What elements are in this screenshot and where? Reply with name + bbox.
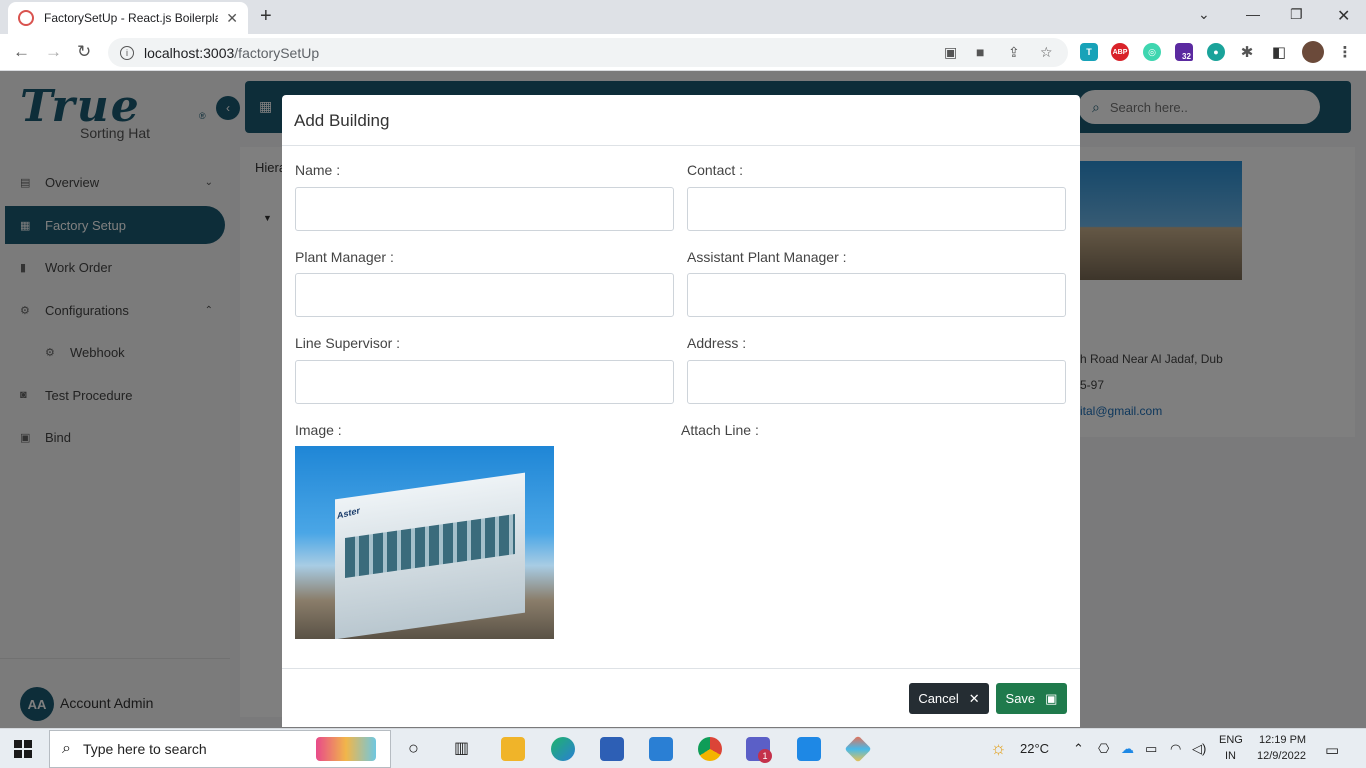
plant-manager-label: Plant Manager :	[295, 249, 394, 265]
new-tab-icon[interactable]: +	[260, 5, 272, 28]
taskbar-search-text: Type here to search	[82, 741, 207, 757]
clock-time[interactable]: 12:19 PM	[1259, 734, 1306, 746]
record-extension-icon[interactable]: ●	[1207, 43, 1225, 61]
add-building-modal: Add Building Name : Contact : Plant Mana…	[282, 95, 1080, 727]
assistant-plant-manager-input[interactable]	[687, 273, 1066, 317]
wifi-icon[interactable]: ◠	[1170, 741, 1181, 757]
side-panel-icon[interactable]: ◧	[1270, 43, 1288, 61]
edge-icon[interactable]	[551, 737, 575, 761]
minimize-icon[interactable]: —	[1246, 6, 1260, 22]
modal-footer: Cancel ✕ Save ▣	[282, 668, 1080, 727]
contact-input[interactable]	[687, 187, 1066, 231]
image-label: Image :	[295, 422, 342, 438]
translate-extension-icon[interactable]: T	[1080, 43, 1098, 61]
tab-title: FactorySetUp - React.js Boilerplat	[44, 11, 219, 25]
grad-cap-extension-icon[interactable]: 32	[1175, 43, 1193, 61]
browser-tab-bar: FactorySetUp - React.js Boilerplat ✕ + ⌄…	[0, 0, 1366, 34]
task-view-icon[interactable]: ▥	[454, 738, 469, 758]
building-image-preview[interactable]: Aster	[295, 446, 554, 639]
camera-icon[interactable]: ■	[976, 44, 984, 60]
speaker-icon[interactable]: ◁)	[1192, 741, 1206, 757]
windows-start-icon[interactable]	[14, 740, 32, 758]
back-icon[interactable]: ←	[13, 42, 30, 62]
weather-temperature[interactable]: 22°C	[1020, 741, 1049, 756]
cancel-label: Cancel	[918, 691, 959, 706]
forward-icon[interactable]: →	[45, 42, 62, 62]
tray-network-device-icon[interactable]: ⎔	[1098, 741, 1109, 757]
battery-icon[interactable]: ▭	[1145, 741, 1157, 757]
search-highlight-icon[interactable]	[316, 737, 376, 761]
contact-label: Contact :	[687, 162, 744, 178]
language-bottom[interactable]: IN	[1225, 750, 1236, 762]
browser-toolbar: ← → ↻ i localhost:3003/factorySetUp ▣ ■ …	[0, 34, 1366, 71]
language-top[interactable]: ENG	[1219, 734, 1243, 746]
tab-search-chevron-icon[interactable]: ⌄	[1198, 6, 1210, 23]
onedrive-cloud-icon[interactable]: ☁	[1121, 741, 1134, 757]
assistant-plant-manager-label: Assistant Plant Manager :	[687, 249, 847, 265]
react-devtools-extension-icon[interactable]: ◎	[1143, 43, 1161, 61]
site-info-icon[interactable]: i	[120, 45, 134, 60]
maximize-icon[interactable]: ❐	[1290, 6, 1303, 23]
cancel-button[interactable]: Cancel ✕	[909, 683, 989, 714]
extensions-puzzle-icon[interactable]: ✱	[1238, 43, 1256, 61]
store-icon[interactable]	[600, 737, 624, 761]
mail-icon[interactable]	[649, 737, 673, 761]
reload-icon[interactable]: ↻	[77, 42, 91, 62]
paint-app-icon[interactable]	[844, 735, 872, 763]
taskbar-search-box[interactable]: ⌕ Type here to search	[49, 730, 391, 768]
line-supervisor-label: Line Supervisor :	[295, 335, 401, 351]
save-label: Save	[1005, 691, 1036, 706]
attach-line-label: Attach Line :	[681, 422, 759, 438]
adblock-extension-icon[interactable]: ABP	[1111, 43, 1129, 61]
close-icon: ✕	[968, 690, 980, 706]
windows-taskbar: ⌕ Type here to search ○ ▥ 1 ☼ 22°C ⌃ ⎔ ☁…	[0, 728, 1366, 768]
url-text: localhost:3003/factorySetUp	[144, 44, 320, 61]
bookmark-star-icon[interactable]: ☆	[1040, 44, 1053, 61]
react-favicon-icon	[18, 10, 34, 26]
save-button[interactable]: Save ▣	[996, 683, 1067, 714]
floppy-disk-icon: ▣	[1045, 690, 1058, 706]
weather-sun-icon: ☼	[990, 738, 1007, 758]
address-bar[interactable]: i localhost:3003/factorySetUp ▣ ■ ⇪ ☆	[108, 38, 1068, 67]
profile-avatar[interactable]	[1302, 41, 1324, 63]
extension-badge: 32	[1180, 52, 1193, 61]
notification-center-icon[interactable]: ▭	[1325, 741, 1339, 759]
cortana-icon[interactable]: ○	[408, 738, 419, 759]
tray-chevron-up-icon[interactable]: ⌃	[1073, 741, 1084, 757]
teams-icon[interactable]: 1	[746, 737, 772, 763]
address-label: Address :	[687, 335, 747, 351]
teams-badge: 1	[758, 749, 772, 763]
file-explorer-icon[interactable]	[501, 737, 525, 761]
menu-kebab-icon[interactable]: ⋮	[1336, 43, 1354, 61]
line-supervisor-input[interactable]	[295, 360, 674, 404]
modal-title: Add Building	[294, 111, 390, 130]
browser-tab[interactable]: FactorySetUp - React.js Boilerplat ✕	[8, 2, 248, 34]
address-input[interactable]	[687, 360, 1066, 404]
clock-date[interactable]: 12/9/2022	[1257, 750, 1306, 762]
search-icon: ⌕	[62, 740, 71, 757]
vscode-icon[interactable]	[797, 737, 821, 761]
close-window-icon[interactable]: ✕	[1337, 6, 1350, 26]
name-input[interactable]	[295, 187, 674, 231]
name-label: Name :	[295, 162, 341, 178]
plant-manager-input[interactable]	[295, 273, 674, 317]
blocked-popup-icon[interactable]: ▣	[944, 44, 957, 61]
chrome-icon[interactable]	[698, 737, 722, 761]
modal-header: Add Building	[282, 95, 1080, 146]
close-tab-icon[interactable]: ✕	[226, 10, 238, 27]
share-icon[interactable]: ⇪	[1008, 44, 1020, 61]
